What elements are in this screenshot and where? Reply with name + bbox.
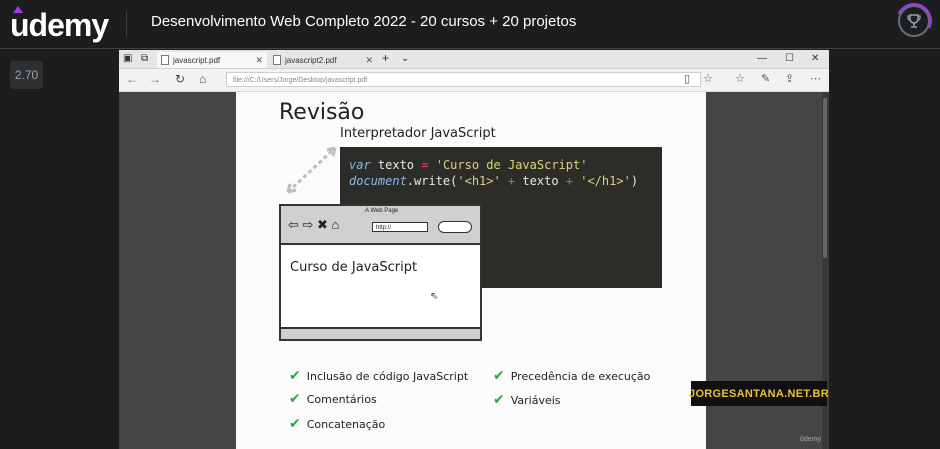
tab-javascript2-pdf[interactable]: javascript2.pdf ✕ <box>269 52 377 68</box>
mini-browser-illustration: A Web Page ⇦ ⇨ ✖ ⌂ http:// Curso de Java… <box>279 204 482 341</box>
scrollbar-thumb[interactable] <box>823 98 827 258</box>
pdf-icon <box>273 55 281 65</box>
check-icon: ✔ <box>493 392 505 408</box>
tab-label: javascript.pdf <box>173 55 221 65</box>
code-line-2: document.write('<h1>' + texto + '</h1>') <box>349 174 639 188</box>
header-divider <box>126 12 127 36</box>
tab-actions-icon[interactable]: ▣ <box>123 53 132 64</box>
tab-preview-icon[interactable]: ⧉ <box>141 53 148 64</box>
minimize-icon[interactable]: — <box>757 53 767 64</box>
check-icon: ✔ <box>289 368 301 384</box>
pen-icon[interactable]: ✎ <box>761 72 770 85</box>
checklist-item: ✔ Inclusão de código JavaScript <box>289 368 469 384</box>
mini-browser-toolbar: A Web Page ⇦ ⇨ ✖ ⌂ http:// <box>281 206 480 245</box>
logo-accent-icon <box>13 6 23 13</box>
instructor-watermark: JORGESANTANA.NET.BR <box>689 381 829 406</box>
mini-search-icon <box>438 221 472 233</box>
new-tab-icon[interactable]: + <box>382 51 389 65</box>
browser-tab-strip: ▣ ⧉ javascript.pdf ✕ javascript2.pdf ✕ +… <box>119 50 829 69</box>
logo-text: udemy <box>10 7 109 43</box>
mini-body-text: Curso de JavaScript <box>290 260 418 275</box>
pdf-icon <box>161 55 169 65</box>
top-bar: udemy Desenvolvimento Web Completo 2022 … <box>0 0 940 49</box>
close-tab-icon[interactable]: ✕ <box>255 55 263 66</box>
tab-javascript-pdf[interactable]: javascript.pdf ✕ <box>157 52 267 68</box>
favorites-hub-icon[interactable]: ☆ <box>735 72 745 85</box>
code-line-1: var texto = 'Curso de JavaScript' <box>349 158 588 172</box>
trophy-icon[interactable] <box>898 5 930 37</box>
mini-url-field: http:// <box>372 222 428 232</box>
back-icon[interactable]: ← <box>126 72 138 86</box>
slide-title: Revisão <box>279 100 365 125</box>
trophy-glyph-icon <box>907 14 921 28</box>
playback-speed[interactable]: 2.70 <box>10 61 43 89</box>
tab-menu-icon[interactable]: ⌄ <box>401 53 409 64</box>
mini-status-bar <box>281 327 480 339</box>
check-icon: ✔ <box>289 416 301 432</box>
interpreter-label: Interpretador JavaScript <box>340 126 496 141</box>
share-icon[interactable]: ⇪ <box>785 72 794 85</box>
refresh-icon[interactable]: ↻ <box>175 72 185 86</box>
checklist-item: ✔ Precedência de execução <box>493 368 651 384</box>
checklist-item: ✔ Concatenação <box>289 416 386 432</box>
home-icon[interactable]: ⌂ <box>199 72 206 86</box>
maximize-icon[interactable]: ☐ <box>785 53 794 64</box>
close-tab-icon[interactable]: ✕ <box>365 55 373 66</box>
forward-icon[interactable]: → <box>149 72 161 86</box>
tab-label: javascript2.pdf <box>285 55 337 65</box>
more-icon[interactable]: ⋯ <box>810 72 821 85</box>
video-player[interactable]: ▣ ⧉ javascript.pdf ✕ javascript2.pdf ✕ +… <box>119 50 829 449</box>
favorite-star-icon[interactable]: ☆ <box>703 72 713 85</box>
reading-view-icon[interactable]: ▯ <box>684 72 690 85</box>
cursor-icon: ⇖ <box>430 291 439 302</box>
mini-page-title: A Web Page <box>365 208 399 214</box>
dashed-arrow-icon <box>286 146 337 194</box>
mini-nav-icons: ⇦ ⇨ ✖ ⌂ <box>288 217 340 232</box>
checklist-item: ✔ Comentários <box>289 391 377 407</box>
udemy-logo[interactable]: udemy <box>10 3 109 43</box>
checklist-item: ✔ Variáveis <box>493 392 561 408</box>
check-icon: ✔ <box>493 368 505 384</box>
pdf-page: Revisão Interpretador JavaScript var tex… <box>236 92 706 449</box>
course-title[interactable]: Desenvolvimento Web Completo 2022 - 20 c… <box>151 13 576 30</box>
close-window-icon[interactable]: ✕ <box>811 53 819 64</box>
url-field[interactable]: file:///C:/Users/Jorge/Desktop/javascrip… <box>226 72 701 87</box>
udemy-video-watermark: ûdemy <box>800 436 822 443</box>
browser-address-bar: ← → ↻ ⌂ file:///C:/Users/Jorge/Desktop/j… <box>119 69 829 92</box>
check-icon: ✔ <box>289 391 301 407</box>
